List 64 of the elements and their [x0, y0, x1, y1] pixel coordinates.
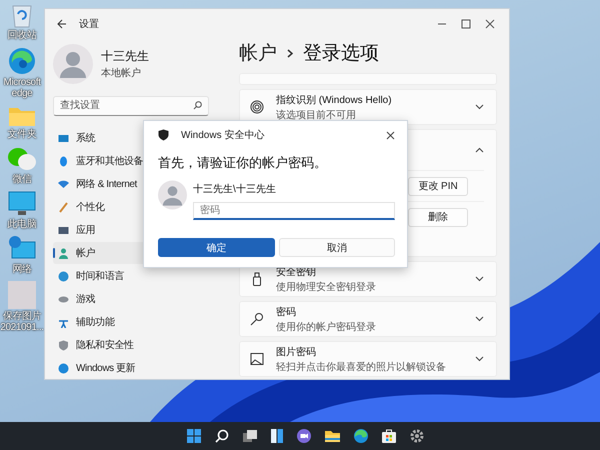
account-type: 本地帐户	[101, 66, 142, 80]
chevron-icon[interactable]	[475, 316, 484, 322]
edge-icon[interactable]	[8, 47, 36, 75]
widgets-icon[interactable]	[270, 429, 282, 443]
cancel-button[interactable]: 取消	[278, 238, 395, 257]
option-card[interactable]: 指纹识别 (Windows Hello) 该选项目前不可用	[239, 89, 497, 125]
close-icon[interactable]	[485, 19, 495, 29]
nav-item[interactable]: 时间和语言	[53, 265, 218, 287]
windows-start-icon[interactable]	[186, 429, 200, 443]
picture-icon	[250, 352, 264, 366]
option-description: 轻扫并点击你最喜爱的照片以解锁设备	[276, 360, 447, 374]
nav-item[interactable]: 应用	[53, 219, 218, 241]
settings-icon[interactable]	[410, 429, 424, 443]
window-title: 设置	[79, 18, 99, 31]
option-card[interactable]: 图片密码 轻扫并点击你最喜爱的照片以解锁设备	[239, 341, 497, 377]
edge-icon[interactable]	[354, 429, 368, 443]
video-chat-icon[interactable]	[296, 429, 310, 443]
shield-icon	[158, 129, 169, 141]
dialog-title: Windows 安全中心	[181, 128, 264, 142]
apps-icon	[58, 224, 69, 236]
chevron-right-icon	[287, 48, 293, 58]
dialog-heading: 首先，请验证你的帐户密码。	[158, 154, 328, 172]
option-description: 使用你的帐户密码登录	[276, 320, 377, 334]
task-view-icon[interactable]	[242, 430, 256, 442]
search-field[interactable]: 查找设置	[53, 96, 209, 116]
ok-button[interactable]: 确定	[158, 238, 274, 257]
avatar	[158, 180, 187, 210]
nav-item[interactable]: 隐私和安全性	[53, 334, 218, 356]
fingerprint-icon	[250, 100, 264, 114]
folder-icon[interactable]	[324, 430, 340, 442]
shield-icon	[58, 340, 69, 350]
chevron-icon[interactable]	[475, 356, 484, 362]
maximize-icon[interactable]	[461, 19, 471, 29]
user-name: 十三先生	[101, 48, 149, 65]
password-field[interactable]: 密码	[193, 202, 395, 220]
monitor-icon	[58, 132, 69, 144]
avatar	[53, 44, 93, 84]
chevron-icon[interactable]	[475, 276, 484, 282]
wifi-icon	[58, 178, 69, 190]
brush-icon	[58, 202, 69, 212]
option-description: 该选项目前不可用	[276, 108, 357, 122]
chevron-icon[interactable]	[475, 104, 484, 110]
person-icon	[58, 248, 69, 258]
close-icon[interactable]	[386, 130, 395, 140]
nav-item[interactable]: 游戏	[53, 288, 218, 310]
store-icon[interactable]	[382, 429, 396, 443]
monitor-icon[interactable]	[8, 191, 36, 217]
search-icon	[193, 101, 202, 110]
option-card[interactable]: 密码 使用你的帐户密码登录	[239, 301, 497, 337]
option-title: 指纹识别 (Windows Hello)	[276, 94, 393, 106]
chevron-icon[interactable]	[475, 147, 484, 153]
back-arrow-icon[interactable]	[57, 19, 67, 29]
pin-button[interactable]: 更改 PIN	[408, 176, 468, 196]
option-title: 图片密码	[276, 346, 317, 358]
account-name: 十三先生\十三先生	[193, 182, 277, 196]
usb-key-icon	[250, 272, 264, 286]
nav-item[interactable]: 辅助功能	[53, 311, 218, 333]
pin-button[interactable]: 删除	[408, 208, 468, 226]
nav-item[interactable]: Windows 更新	[53, 357, 218, 379]
option-title: 密码	[276, 306, 297, 318]
search-icon[interactable]	[214, 429, 228, 443]
breadcrumb-parent[interactable]: 帐户	[239, 40, 277, 66]
page-title: 登录选项	[303, 42, 379, 66]
option-description: 使用物理安全密钥登录	[276, 280, 377, 294]
